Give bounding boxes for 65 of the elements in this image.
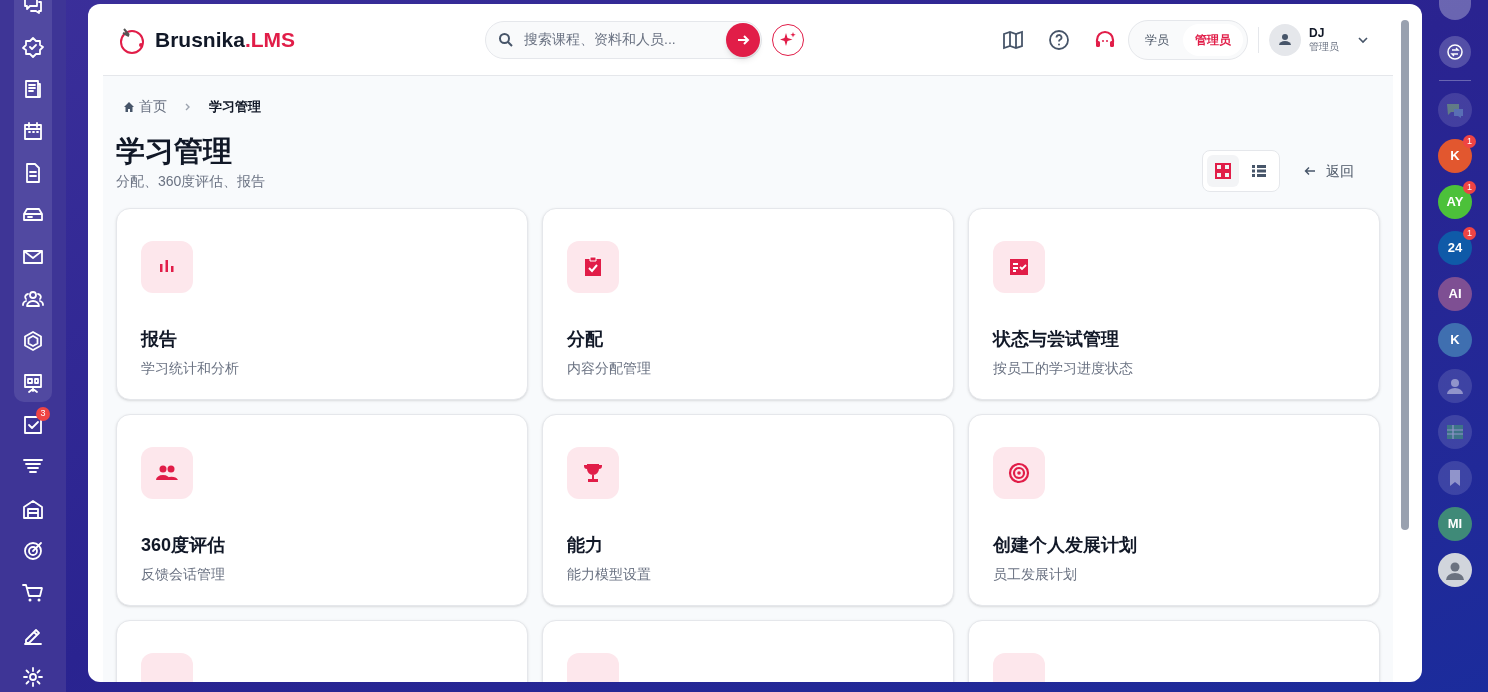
card[interactable]: 创建个人发展计划 员工发展计划	[968, 414, 1380, 607]
avatar-icon	[1269, 23, 1301, 56]
card-title: 分配	[567, 328, 604, 352]
search-submit-button[interactable]	[726, 22, 760, 57]
card-description: 反馈会话管理	[141, 565, 226, 585]
card-title: 360度评估	[141, 534, 227, 558]
arrow-left-icon	[1304, 165, 1316, 178]
users-icon[interactable]	[22, 288, 44, 310]
card-description: 员工发展计划	[993, 565, 1078, 585]
contact-avatar[interactable]: MI	[1438, 507, 1472, 541]
card-title: 报告	[141, 328, 178, 352]
card-description: 按员工的学习进度状态	[993, 359, 1134, 379]
user-menu[interactable]: DJ 管理员	[1269, 23, 1369, 56]
swap-chat-icon	[1446, 43, 1464, 61]
search-icon	[498, 31, 514, 48]
contact-avatar[interactable]: K	[1438, 323, 1472, 357]
grid-view-icon	[1214, 162, 1232, 181]
notification-badge: 1	[1463, 181, 1476, 194]
grid-view-button[interactable]	[1207, 155, 1239, 188]
newspaper-icon[interactable]	[22, 78, 44, 100]
dock-item[interactable]	[1439, 0, 1471, 20]
card-title: 状态与尝试管理	[993, 328, 1120, 352]
presentation-icon[interactable]	[22, 372, 44, 394]
role-tab[interactable]: 管理员	[1183, 23, 1243, 56]
notification-badge: 1	[1463, 135, 1476, 148]
settings-icon[interactable]	[22, 666, 44, 688]
brand-name: Brusnika.LMS	[155, 26, 296, 53]
card-description: 能力模型设置	[567, 565, 652, 585]
search-bar[interactable]: 搜索课程、资料和人员...	[485, 20, 762, 59]
search-field[interactable]: 搜索课程、资料和人员...	[524, 29, 716, 50]
swap-chat-button[interactable]	[1439, 36, 1471, 68]
card[interactable]: 状态与尝试管理 按员工的学习进度状态	[968, 208, 1380, 401]
target-icon	[1007, 461, 1031, 486]
card[interactable]: 报告 学习统计和分析	[116, 208, 528, 401]
notification-badge: 1	[1463, 227, 1476, 240]
card-title: 创建个人发展计划	[993, 534, 1138, 558]
card[interactable]: 分配 内容分配管理	[542, 208, 954, 401]
card-description: 内容分配管理	[567, 359, 652, 379]
garage-icon[interactable]	[22, 498, 44, 520]
help-icon[interactable]	[1048, 28, 1070, 51]
home-icon	[123, 100, 135, 113]
target-icon[interactable]	[22, 540, 44, 562]
contact-avatar[interactable]: AI	[1438, 277, 1472, 311]
notification-badge: 3	[36, 407, 50, 421]
calendar-icon[interactable]	[22, 120, 44, 142]
card[interactable]: 360度评估 反馈会话管理	[116, 414, 528, 607]
hexagon-icon[interactable]	[22, 330, 44, 352]
page-title: 学习管理	[116, 134, 233, 169]
user-role: 管理员	[1309, 40, 1339, 54]
map-icon[interactable]	[1002, 28, 1024, 51]
cart-icon[interactable]	[22, 582, 44, 604]
arrow-right-icon	[736, 32, 750, 47]
card-description: 学习统计和分析	[141, 359, 240, 379]
page-subtitle: 分配、360度评估、报告	[116, 172, 266, 192]
breadcrumb-current: 学习管理	[209, 97, 261, 116]
role-tab[interactable]: 学员	[1133, 23, 1181, 56]
card[interactable]: 能力 能力模型设置	[542, 414, 954, 607]
checkbox-icon[interactable]	[22, 414, 44, 436]
back-button[interactable]: 返回	[1292, 150, 1366, 193]
user-avatar[interactable]	[1438, 553, 1472, 587]
user-name: DJ	[1309, 25, 1326, 41]
breadcrumb-text[interactable]: 首页	[139, 96, 167, 117]
chat-icon[interactable]	[22, 0, 44, 16]
star-badge-icon[interactable]	[22, 36, 44, 58]
card-title: 能力	[567, 534, 604, 558]
